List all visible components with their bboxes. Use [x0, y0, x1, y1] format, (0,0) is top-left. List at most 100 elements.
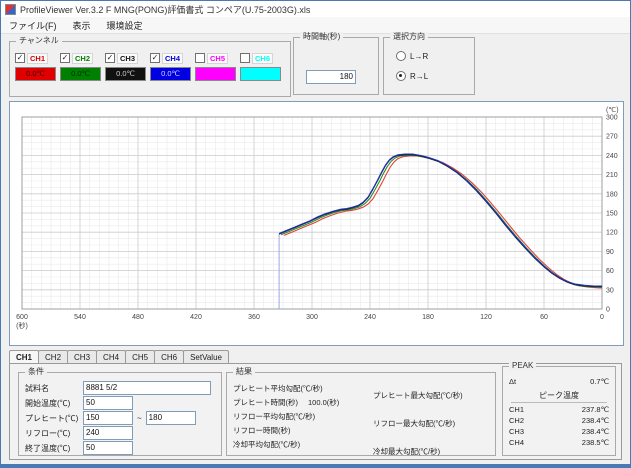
tab-ch6[interactable]: CH6: [154, 350, 184, 363]
svg-text:180: 180: [422, 314, 434, 321]
channel-value-box: 0.0℃: [60, 67, 101, 81]
svg-text:120: 120: [606, 230, 618, 237]
time-axis-input[interactable]: [306, 70, 356, 84]
tab-ch1[interactable]: CH1: [9, 350, 39, 363]
peak-channel-label: CH1: [509, 405, 524, 416]
radio-icon[interactable]: [396, 51, 406, 61]
svg-text:480: 480: [132, 314, 144, 321]
channel-item: ✓CH10.0℃: [15, 52, 56, 81]
channel-item: ✓CH2 0.0℃: [60, 52, 101, 81]
tab-ch4[interactable]: CH4: [96, 350, 126, 363]
start-temp-label: 開始温度(℃): [25, 398, 83, 409]
svg-text:600: 600: [16, 314, 28, 321]
peak-delta-label: Δt: [509, 377, 516, 388]
direction-group: 選択方向 L→RR→L: [383, 37, 475, 95]
tab-ch2[interactable]: CH2: [38, 350, 68, 363]
channel-value-box: 0.0℃: [150, 67, 191, 81]
channel-item: CH5: [195, 52, 236, 81]
result-label: 冷却最大勾配(℃/秒): [373, 446, 440, 457]
channel-checkbox[interactable]: ✓: [105, 53, 115, 63]
svg-text:90: 90: [606, 249, 614, 256]
peak-channel-row: CH4238.5℃: [503, 438, 615, 449]
start-temp-input[interactable]: [83, 396, 133, 410]
svg-text:420: 420: [190, 314, 202, 321]
channel-checkbox[interactable]: ✓: [150, 53, 160, 63]
end-temp-input[interactable]: [83, 441, 133, 455]
channel-list: ✓CH10.0℃✓CH20.0℃✓CH30.0℃✓CH40.0℃CH5CH6: [10, 42, 290, 81]
result-label: プレヒート最大勾配(℃/秒): [373, 390, 463, 401]
peak-header: ピーク温度: [511, 390, 607, 403]
result-label: リフロー平均勾配(℃/秒): [233, 411, 315, 422]
channel-checkbox[interactable]: [240, 53, 250, 63]
channel-checkbox[interactable]: [195, 53, 205, 63]
svg-text:150: 150: [606, 211, 618, 218]
menu-file[interactable]: ファイル(F): [1, 18, 65, 33]
reflow-input[interactable]: [83, 426, 133, 440]
result-row: リフロー平均勾配(℃/秒): [233, 409, 339, 423]
channel-checkbox-row: ✓CH4: [150, 52, 191, 64]
result-row: 冷却平均勾配(℃/秒): [233, 437, 339, 451]
menu-view[interactable]: 表示: [65, 18, 99, 33]
tab-ch5[interactable]: CH5: [125, 350, 155, 363]
svg-text:(秒): (秒): [16, 321, 28, 330]
svg-text:300: 300: [606, 115, 618, 122]
peak-channel-row: CH3238.4℃: [503, 427, 615, 438]
svg-text:(℃): (℃): [606, 107, 619, 114]
direction-option[interactable]: R→L: [396, 70, 428, 82]
svg-text:60: 60: [606, 268, 614, 275]
sample-name-input[interactable]: [83, 381, 211, 395]
result-label: プレヒート平均勾配(℃/秒): [233, 383, 323, 394]
title-bar: ProfileViewer Ver.3.2 F MNG(PONG)評価書式 コン…: [1, 1, 630, 17]
channel-label: CH5: [207, 53, 228, 64]
tab-setvalue[interactable]: SetValue: [183, 350, 229, 363]
tab-strip: CH1CH2CH3CH4CH5CH6SetValue: [9, 350, 228, 363]
channel-label: CH6: [252, 53, 273, 64]
app-icon: [5, 4, 16, 15]
peak-channel-value: 238.4℃: [582, 427, 609, 438]
peak-delta-row: Δt 0.7℃: [503, 377, 615, 388]
conditions-group-label: 条件: [25, 367, 47, 377]
svg-text:540: 540: [74, 314, 86, 321]
peak-channel-label: CH2: [509, 416, 524, 427]
time-axis-label: 時間軸(秒): [300, 32, 343, 42]
preheat-from-input[interactable]: [83, 411, 133, 425]
results-right-column: プレヒート最大勾配(℃/秒) リフロー最大勾配(℃/秒) 冷却最大勾配(℃/秒): [373, 381, 463, 465]
menu-settings[interactable]: 環境設定: [99, 18, 151, 33]
result-value: 100.0(秒): [308, 397, 339, 408]
peak-channel-row: CH1 237.8℃: [503, 405, 615, 416]
profile-chart[interactable]: 600540480420360300240180120600(秒)0306090…: [10, 102, 623, 345]
peak-channel-value: 237.8℃: [582, 405, 609, 416]
channel-label: CH4: [162, 53, 183, 64]
svg-text:0: 0: [600, 314, 604, 321]
result-row: リフロー最大勾配(℃/秒): [373, 409, 463, 437]
result-row: 冷却最大勾配(℃/秒): [373, 437, 463, 465]
channel-value-box: 0.0℃: [105, 67, 146, 81]
results-left-column: プレヒート平均勾配(℃/秒)プレヒート時間(秒)100.0(秒)リフロー平均勾配…: [233, 381, 339, 451]
peak-group-label: PEAK: [509, 361, 536, 371]
svg-text:360: 360: [248, 314, 260, 321]
channel-label: CH2: [72, 53, 93, 64]
svg-text:0: 0: [606, 307, 610, 314]
end-temp-label: 終了温度(℃): [25, 443, 83, 454]
direction-option[interactable]: L→R: [396, 50, 428, 62]
preheat-label: プレヒート(℃): [25, 413, 83, 424]
sample-name-label: 試料名: [25, 383, 83, 394]
result-row: プレヒート平均勾配(℃/秒): [233, 381, 339, 395]
svg-text:60: 60: [540, 314, 548, 321]
channel-checkbox[interactable]: ✓: [60, 53, 70, 63]
direction-group-label: 選択方向: [390, 32, 428, 42]
tab-ch3[interactable]: CH3: [67, 350, 97, 363]
conditions-group: 条件 試料名 開始温度(℃) プレヒート(℃) ~ リフロー(℃) 終了温度(℃…: [18, 372, 222, 456]
result-row: プレヒート最大勾配(℃/秒): [373, 381, 463, 409]
peak-channel-label: CH4: [509, 438, 524, 449]
svg-text:180: 180: [606, 191, 618, 198]
result-label: 冷却平均勾配(℃/秒): [233, 439, 300, 450]
preheat-to-input[interactable]: [146, 411, 196, 425]
radio-selected-icon[interactable]: [396, 71, 406, 81]
channel-group-label: チャンネル: [16, 36, 62, 46]
window-title: ProfileViewer Ver.3.2 F MNG(PONG)評価書式 コン…: [20, 3, 310, 16]
app-window: ProfileViewer Ver.3.2 F MNG(PONG)評価書式 コン…: [0, 0, 631, 468]
channel-checkbox[interactable]: ✓: [15, 53, 25, 63]
svg-text:120: 120: [480, 314, 492, 321]
tilde: ~: [137, 414, 142, 423]
